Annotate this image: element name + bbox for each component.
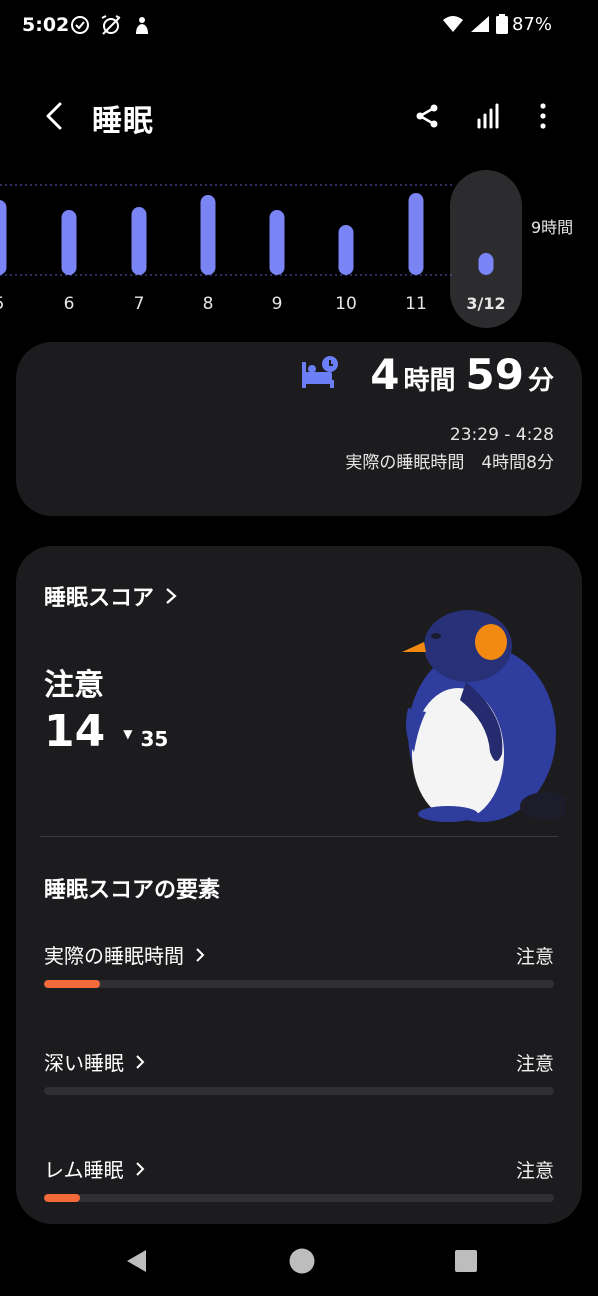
sleep-score-value-row: 14 ▼ 35	[44, 706, 168, 757]
factor-deep-sleep[interactable]: 深い睡眠 注意	[44, 1047, 554, 1107]
nav-back-icon	[127, 1250, 146, 1272]
system-nav-bar	[0, 1224, 598, 1296]
sleep-duration: 4 時間 59 分	[370, 350, 554, 399]
chevron-right-icon	[196, 947, 205, 962]
sleep-score-value: 14	[44, 706, 106, 757]
signal-icon	[471, 16, 489, 32]
nav-home-button[interactable]	[282, 1244, 322, 1278]
chart-bar[interactable]	[408, 193, 424, 275]
alarm-off-icon	[101, 15, 121, 35]
sleep-score-status: 注意	[44, 668, 104, 703]
duration-minutes: 59	[465, 350, 524, 399]
factor-actual-sleep[interactable]: 実際の睡眠時間 注意	[44, 940, 554, 1000]
chart-x-tick-label: 8	[203, 294, 214, 314]
app-notification-icon	[136, 17, 148, 34]
chart-x-tick-label: 5	[0, 294, 4, 314]
sleep-score-card: 睡眠スコア 注意 14 ▼ 35 睡眠スコアの要素 実際の睡眠時間 注意 深い睡	[16, 546, 582, 1224]
page-title: 睡眠	[92, 104, 154, 139]
sleep-score-delta: 35	[140, 727, 169, 751]
actual-sleep-time: 実際の睡眠時間 4時間8分	[345, 453, 554, 473]
chevron-right-icon	[135, 1161, 145, 1176]
chart-x-tick-label: 11	[405, 294, 427, 314]
factor-status: 注意	[515, 1160, 554, 1182]
factor-label: 実際の睡眠時間	[44, 944, 184, 968]
factor-progress-track	[44, 1194, 554, 1202]
chart-reference-label: 9時間	[531, 218, 574, 237]
sleep-time-range: 23:29 - 4:28	[449, 425, 554, 445]
sleep-score-title: 睡眠スコア	[44, 586, 155, 611]
factor-progress-fill	[44, 980, 101, 988]
factor-label: 深い睡眠	[44, 1051, 124, 1075]
share-button[interactable]	[409, 98, 445, 134]
share-icon	[416, 104, 438, 128]
status-bar: 5:02 87%	[0, 0, 598, 52]
factor-status: 注意	[515, 946, 554, 968]
stats-icon	[477, 103, 499, 129]
check-circle-icon	[71, 16, 89, 34]
section-divider	[40, 836, 558, 837]
battery-percent: 87%	[511, 14, 552, 35]
chart-bar[interactable]	[269, 210, 285, 275]
penguin-illustration	[402, 610, 566, 822]
sleep-score-link[interactable]: 睡眠スコア	[44, 580, 178, 612]
nav-back-button[interactable]	[117, 1244, 157, 1278]
down-arrow-icon: ▼	[123, 727, 133, 741]
back-button[interactable]	[38, 96, 72, 136]
chevron-right-icon	[166, 588, 177, 604]
chart-x-tick-label: 10	[335, 294, 357, 314]
chart-bar[interactable]	[61, 210, 77, 275]
stats-button[interactable]	[470, 98, 506, 134]
duration-hours: 4	[370, 350, 400, 399]
more-icon	[540, 103, 546, 129]
battery-icon	[496, 14, 508, 34]
factor-rem-sleep[interactable]: レム睡眠 注意	[44, 1154, 554, 1214]
chart-x-tick-label: 7	[134, 294, 145, 314]
chart-bar[interactable]	[0, 200, 7, 275]
chart-x-tick-label: 3/12	[466, 294, 505, 313]
more-options-button[interactable]	[525, 98, 561, 134]
nav-recents-icon	[455, 1250, 477, 1272]
chevron-right-icon	[136, 1054, 145, 1069]
score-factors-title: 睡眠スコアの要素	[44, 878, 221, 903]
chart-bar[interactable]	[338, 225, 354, 275]
factor-progress-fill	[44, 1194, 80, 1202]
app-header: 睡眠	[0, 88, 598, 144]
factor-progress-track	[44, 980, 554, 988]
back-icon	[46, 102, 62, 130]
chart-bar[interactable]	[200, 195, 216, 275]
wifi-icon	[443, 16, 463, 32]
factor-status: 注意	[515, 1053, 554, 1075]
chart-x-tick-label: 6	[64, 294, 75, 314]
nav-recents-button[interactable]	[446, 1244, 486, 1278]
duration-minutes-unit: 分	[527, 366, 554, 396]
factor-progress-track	[44, 1087, 554, 1095]
chart-bar[interactable]	[478, 253, 494, 275]
duration-hours-unit: 時間	[403, 366, 456, 396]
sleep-bed-icon	[302, 356, 338, 388]
sleep-history-chart[interactable]: 5 6 7 8 9 10 11 3/12 9時間	[0, 165, 598, 335]
status-time: 5:02	[22, 14, 70, 36]
factor-label: レム睡眠	[44, 1158, 124, 1182]
sleep-bar-chart: 5 6 7 8 9 10 11 3/12	[0, 170, 522, 328]
chart-x-tick-label: 9	[272, 294, 283, 314]
chart-bar[interactable]	[131, 207, 147, 275]
nav-home-icon	[289, 1248, 315, 1274]
sleep-summary-card[interactable]: 4 時間 59 分 23:29 - 4:28 実際の睡眠時間 4時間8分	[16, 342, 582, 516]
